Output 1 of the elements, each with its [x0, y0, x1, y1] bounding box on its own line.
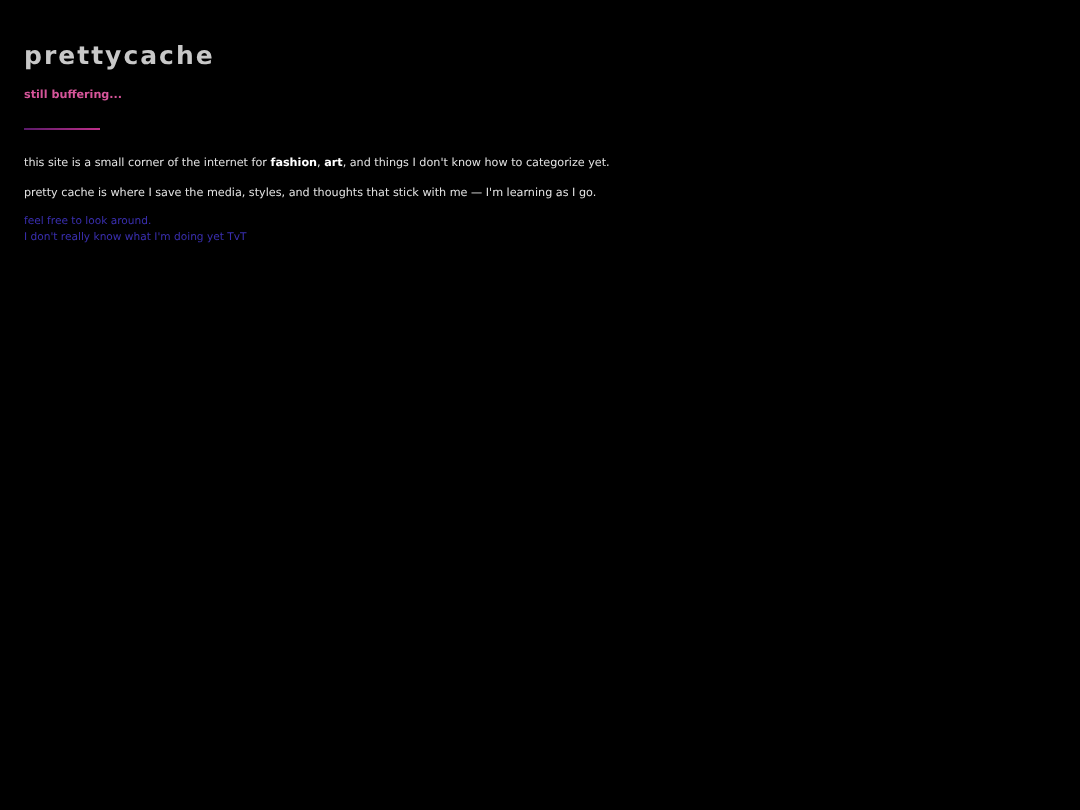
site-title: prettycache: [24, 40, 217, 72]
